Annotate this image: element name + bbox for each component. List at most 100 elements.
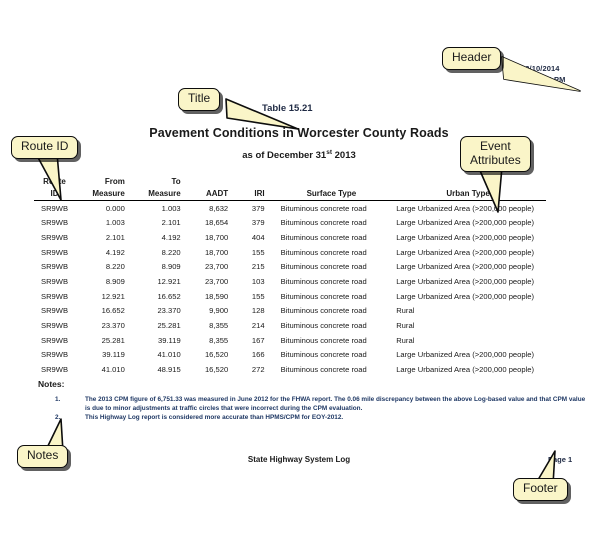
callout-event-attributes-label: Event Attributes <box>460 136 531 172</box>
cell-route: SR9WB <box>41 350 69 360</box>
callout-event-attributes: Event Attributes <box>460 136 531 213</box>
notes-heading: Notes: <box>38 379 65 389</box>
cell-aadt: 8,632 <box>209 203 229 213</box>
column-header-iri: IRI <box>236 176 273 201</box>
callout-route-id-label: Route ID <box>11 136 79 159</box>
cell-surface: Bituminous concrete road <box>280 291 367 301</box>
report-header-datetime: 03/10/2014 03:22:12 PM <box>521 63 565 85</box>
cell-surface: Bituminous concrete road <box>280 321 367 330</box>
cell-urban: Large Urbanized Area (>200,000 people) <box>396 365 535 375</box>
cell-iri: 272 <box>251 365 265 375</box>
cell-route: SR9WB <box>41 321 69 330</box>
table-row: SR9WB 1.003 2.101 18,654 379 Bituminous concr… <box>34 216 546 231</box>
report-page: 03/10/2014 03:22:12 PM Table 15.21 Pavem… <box>0 0 598 550</box>
cell-to: 39.119 <box>158 335 181 345</box>
cell-surface: Bituminous concrete road <box>280 262 367 272</box>
footer-center-text: State Highway System Log <box>247 455 351 464</box>
cell-urban: Large Urbanized Area (>200,000 people) <box>396 276 535 286</box>
callout-header: Header <box>442 47 581 92</box>
cell-urban: Large Urbanized Area (>200,000 people) <box>396 218 535 228</box>
table-row: SR9WB 4.192 8.220 18,700 155 Bituminous concr… <box>34 245 546 260</box>
cell-urban: Large Urbanized Area (>200,000 people) <box>396 262 535 272</box>
column-header-surface: Surface Type <box>272 176 391 201</box>
cell-aadt: 16,520 <box>204 350 229 360</box>
table-row: SR9WB 41.010 48.915 16,520 272 Bituminous con… <box>34 363 546 378</box>
cell-route: SR9WB <box>41 262 69 272</box>
cell-from: 16.652 <box>101 306 125 316</box>
callout-title-label: Title <box>178 88 221 111</box>
cell-from: 41.010 <box>101 365 125 375</box>
cell-from: 4.192 <box>105 247 125 257</box>
cell-to: 1.003 <box>161 203 181 213</box>
pavement-conditions-table: Route ID From Measure To Measure AADT IRI Sur… <box>34 176 546 377</box>
table-header: Route ID From Measure To Measure AADT IRI Sur… <box>34 176 546 201</box>
cell-aadt: 8,355 <box>209 321 229 330</box>
column-header-urban: Urban Type <box>390 176 546 201</box>
cell-from: 0.000 <box>105 203 125 213</box>
subtitle-prefix: as of December 31 <box>242 150 327 161</box>
cell-from: 8.909 <box>105 276 125 286</box>
table-header-row: Route ID From Measure To Measure AADT IRI Sur… <box>34 176 546 201</box>
cell-urban: Rural <box>396 306 415 316</box>
cell-urban: Large Urbanized Area (>200,000 people) <box>396 247 535 257</box>
callout-header-label: Header <box>442 47 502 70</box>
callout-footer: Footer <box>513 450 568 501</box>
cell-route: SR9WB <box>41 335 69 345</box>
cell-iri: 103 <box>251 276 265 286</box>
subtitle-suffix: 2013 <box>331 150 356 161</box>
cell-from: 2.101 <box>105 232 125 242</box>
table-row: SR9WB 12.921 16.652 18,590 155 Bituminous con… <box>34 289 546 304</box>
cell-surface: Bituminous concrete road <box>280 306 367 316</box>
cell-to: 4.192 <box>161 232 181 242</box>
cell-surface: Bituminous concrete road <box>280 335 367 345</box>
cell-to: 8.909 <box>161 262 181 272</box>
table-row: SR9WB 0.000 1.003 8,632 379 Bituminous concre… <box>34 201 546 216</box>
cell-urban: Rural <box>396 335 415 345</box>
table-row: SR9WB 23.370 25.281 8,355 214 Bituminous conc… <box>34 319 546 334</box>
table-row: SR9WB 39.119 41.010 16,520 166 Bituminous con… <box>34 348 546 363</box>
cell-iri: 379 <box>251 218 265 228</box>
cell-route: SR9WB <box>41 247 69 257</box>
cell-aadt: 18,700 <box>204 247 229 257</box>
cell-iri: 404 <box>251 232 265 242</box>
cell-to: 23.370 <box>157 306 181 316</box>
note-text: The 2013 CPM figure of 6,751.33 was meas… <box>85 396 586 412</box>
cell-route: SR9WB <box>41 218 69 228</box>
cell-from: 1.003 <box>105 218 125 228</box>
header-date: 03/10/2014 <box>521 64 560 73</box>
table-row: SR9WB 2.101 4.192 18,700 404 Bituminous concr… <box>34 230 546 245</box>
note-item: 1. The 2013 CPM figure of 6,751.33 was me… <box>47 396 587 413</box>
cell-urban: Large Urbanized Area (>200,000 people) <box>396 232 535 242</box>
cell-iri: 379 <box>251 203 265 213</box>
cell-from: 39.119 <box>102 350 125 360</box>
cell-from: 12.921 <box>101 291 125 301</box>
table-row: SR9WB 16.652 23.370 9,900 128 Bituminous conc… <box>34 304 546 319</box>
cell-surface: Bituminous concrete road <box>280 218 367 228</box>
cell-route: SR9WB <box>41 291 69 301</box>
cell-route: SR9WB <box>41 276 69 286</box>
cell-from: 23.370 <box>101 321 125 330</box>
cell-iri: 215 <box>251 262 265 272</box>
table-number-label: Table 15.21 <box>262 103 313 114</box>
callout-notes-label: Notes <box>17 445 69 468</box>
cell-surface: Bituminous concrete road <box>280 232 367 242</box>
callout-route-id: Route ID <box>11 136 79 201</box>
cell-aadt: 8,355 <box>209 335 229 345</box>
cell-to: 2.101 <box>161 218 181 228</box>
table-row: SR9WB 8.220 8.909 23,700 215 Bituminous concr… <box>34 260 546 275</box>
cell-to: 16.652 <box>157 291 181 301</box>
cell-aadt: 23,700 <box>204 262 229 272</box>
cell-aadt: 18,590 <box>204 291 229 301</box>
cell-aadt: 18,654 <box>204 218 229 228</box>
cell-to: 25.281 <box>157 321 181 330</box>
header-time: 03:22:12 PM <box>521 75 566 84</box>
cell-iri: 166 <box>251 350 265 360</box>
note-number: 1. <box>55 396 61 403</box>
cell-to: 41.010 <box>157 350 181 360</box>
notes-list: 1. The 2013 CPM figure of 6,751.33 was me… <box>47 396 587 424</box>
cell-surface: Bituminous concrete road <box>280 276 367 286</box>
column-header-aadt: AADT <box>186 176 237 201</box>
table-row: SR9WB 8.909 12.921 23,700 103 Bituminous conc… <box>34 274 546 289</box>
column-header-to: To Measure <box>130 176 187 201</box>
note-item: 2. This Highway Log report is considered … <box>47 414 587 423</box>
